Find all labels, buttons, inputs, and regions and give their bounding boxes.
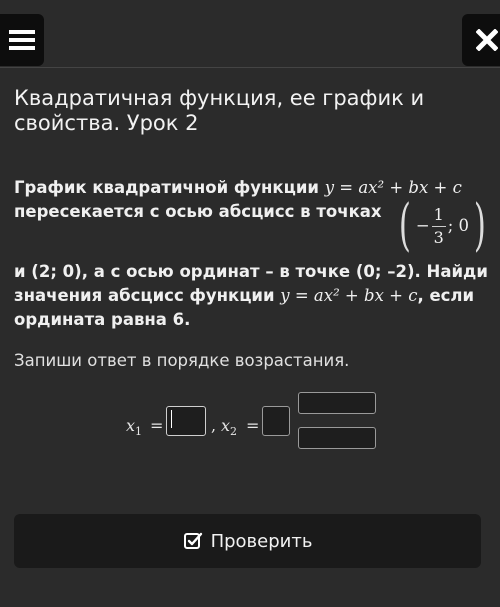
problem-line-1: График квадратичной функции y = ax² + bx… xyxy=(14,178,462,197)
hamburger-menu-icon xyxy=(9,30,35,50)
fraction: 1 3 xyxy=(431,204,446,247)
function-formula: y = ax² + bx + c xyxy=(324,178,462,197)
x2-label: x2 xyxy=(221,416,238,439)
x2-equals: = xyxy=(246,416,260,435)
function-formula-2: y = ax² + bx + c xyxy=(280,286,418,305)
separator-comma: , xyxy=(211,416,217,435)
x2-input[interactable] xyxy=(262,406,290,436)
x2-numerator-input[interactable] xyxy=(298,392,376,414)
check-button-label: Проверить xyxy=(210,530,313,552)
instruction-text: Запиши ответ в порядке возрастания. xyxy=(14,351,350,370)
problem-line-5: ордината равна 6. xyxy=(14,310,191,329)
answer-area: x1 = , x2 = xyxy=(0,392,500,458)
top-bar xyxy=(0,0,500,70)
problem-line-4: значения абсцисс функции y = ax² + bx + … xyxy=(14,286,475,305)
header-divider xyxy=(0,67,500,68)
x1-label: x1 xyxy=(126,416,143,439)
intersection-point: ( − 1 3 ; 0 ) xyxy=(398,193,486,258)
checkbox-check-icon xyxy=(183,532,202,549)
check-button[interactable]: Проверить xyxy=(14,514,481,568)
x2-denominator-input[interactable] xyxy=(298,427,376,449)
close-icon xyxy=(476,29,498,51)
menu-button[interactable] xyxy=(0,14,44,66)
problem-line-2: пересекается с осью абсцисс в точках ( −… xyxy=(14,193,488,260)
lesson-title: Квадратичная функция, ее график и свойст… xyxy=(14,86,425,135)
problem-line-3: и (2; 0), а с осью ординат – в точке (0;… xyxy=(14,262,488,281)
text-cursor xyxy=(171,410,172,428)
x1-input[interactable] xyxy=(166,406,206,436)
close-button[interactable] xyxy=(462,14,500,66)
problem-text: График квадратичной функции y = ax² + bx… xyxy=(14,176,488,332)
x1-equals: = xyxy=(150,416,164,435)
